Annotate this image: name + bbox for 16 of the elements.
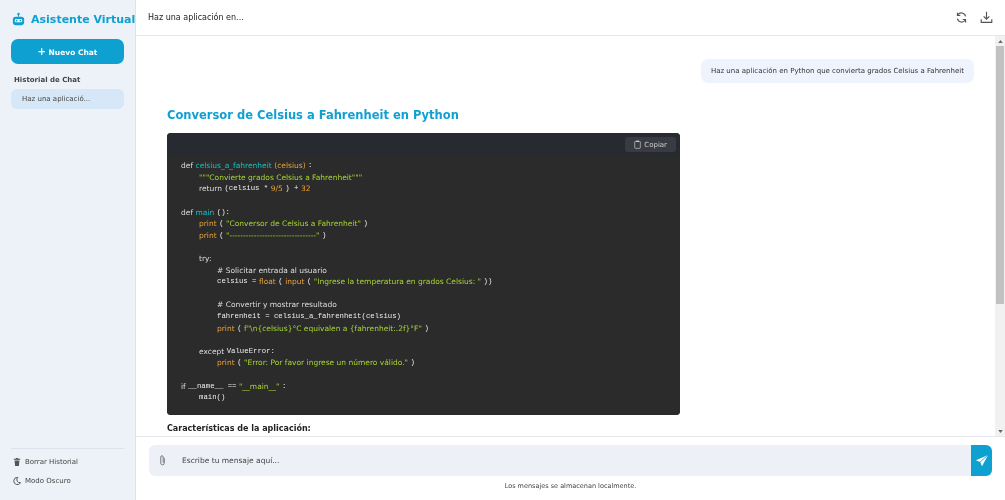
send-button[interactable] <box>971 445 992 476</box>
scroll-down-icon[interactable] <box>997 429 1003 433</box>
section-heading: Características de la aplicación: <box>167 424 312 434</box>
scroll-up-icon[interactable] <box>997 39 1003 43</box>
paperclip-icon[interactable] <box>159 454 166 467</box>
send-icon <box>974 453 989 468</box>
download-icon[interactable] <box>980 11 993 24</box>
answer-heading: Conversor de Celsius a Fahrenheit en Python <box>167 108 460 122</box>
refresh-icon[interactable] <box>955 11 968 24</box>
clipboard-icon <box>634 140 642 149</box>
moon-icon <box>13 477 21 485</box>
robot-icon <box>11 11 26 27</box>
trash-icon <box>13 458 21 466</box>
scrollbar[interactable] <box>995 36 1005 436</box>
chat-title: Haz una aplicación en... <box>148 13 244 22</box>
app-title: Asistente Virtual <box>31 12 136 26</box>
